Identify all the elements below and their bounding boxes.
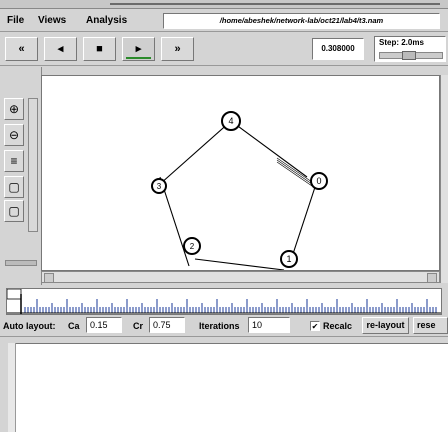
zoom-slider[interactable] xyxy=(28,98,38,232)
step-slider-thumb[interactable] xyxy=(402,51,416,60)
zoom-in-icon: ⊕ xyxy=(8,102,20,116)
link-2-1[interactable] xyxy=(194,258,285,271)
fast-forward-icon: » xyxy=(174,43,181,55)
menu-analysis[interactable]: Analysis xyxy=(86,15,127,26)
scroll-left-arrow[interactable] xyxy=(44,273,54,283)
zoom-out-icon: ⊖ xyxy=(8,128,20,142)
canvas-horizontal-scrollbar[interactable] xyxy=(41,271,440,283)
annotation-scrollbar[interactable] xyxy=(8,343,16,432)
ca-label: Ca xyxy=(68,321,80,331)
node-3[interactable]: 3 xyxy=(151,178,167,194)
network-canvas[interactable]: 4 0 3 2 1 xyxy=(41,75,440,271)
auto-layout-title: Auto layout: xyxy=(3,321,56,331)
relayout-button[interactable]: re-layout xyxy=(362,317,409,334)
time-display: 0.308000 xyxy=(312,38,364,60)
tool-1-icon: ▢ xyxy=(8,180,20,194)
step-control[interactable]: Step: 2.0ms xyxy=(374,36,446,62)
step-back-button[interactable]: ◂ xyxy=(44,37,77,61)
tool-button-1[interactable]: ▢ xyxy=(4,176,24,198)
node-3-label: 3 xyxy=(157,182,162,191)
step-label: Step: 2.0ms xyxy=(379,38,424,47)
node-4-label: 4 xyxy=(228,116,233,126)
fast-forward-button[interactable]: » xyxy=(161,37,194,61)
active-indicator xyxy=(126,57,151,59)
stop-button[interactable]: ■ xyxy=(83,37,116,61)
rewind-icon: « xyxy=(18,43,25,55)
timeline-marker[interactable] xyxy=(6,288,22,300)
node-0[interactable]: 0 xyxy=(310,172,328,190)
check-icon: ✔ xyxy=(311,322,319,331)
play-icon: ▸ xyxy=(135,43,142,55)
edit-icon: ≡ xyxy=(10,154,18,168)
scroll-right-arrow[interactable] xyxy=(427,273,437,283)
left-scrollbar[interactable] xyxy=(5,260,37,266)
menu-file[interactable]: File xyxy=(7,15,24,26)
annotation-pane[interactable] xyxy=(8,343,448,432)
packet-2 xyxy=(276,159,313,185)
node-2-label: 2 xyxy=(190,242,195,251)
zoom-out-button[interactable]: ⊖ xyxy=(4,124,24,146)
packet-3 xyxy=(276,161,313,187)
timeline-ticks xyxy=(6,288,441,314)
step-slider[interactable] xyxy=(379,51,443,60)
edit-button[interactable]: ≡ xyxy=(4,150,24,172)
node-2[interactable]: 2 xyxy=(183,237,201,255)
network-graph[interactable]: 4 0 3 2 1 xyxy=(42,76,439,271)
title-strip xyxy=(0,0,448,9)
packet-1 xyxy=(276,157,313,183)
menu-views[interactable]: Views xyxy=(38,15,66,26)
packets xyxy=(276,157,313,187)
stop-icon: ■ xyxy=(96,43,103,55)
iterations-label: Iterations xyxy=(199,321,240,331)
node-4[interactable]: 4 xyxy=(221,111,241,131)
link-4-3[interactable] xyxy=(159,120,232,185)
tool-button-2[interactable]: ▢ xyxy=(4,200,24,222)
cr-label: Cr xyxy=(133,321,144,331)
ca-input[interactable]: 0.15 xyxy=(86,317,122,333)
tool-2-icon: ▢ xyxy=(8,204,20,218)
reset-button[interactable]: rese xyxy=(413,317,448,334)
timeline[interactable] xyxy=(6,288,442,315)
rewind-button[interactable]: « xyxy=(5,37,38,61)
zoom-in-button[interactable]: ⊕ xyxy=(4,98,24,120)
node-1-label: 1 xyxy=(286,254,291,264)
node-0-label: 0 xyxy=(316,176,321,186)
canvas-vertical-scrollbar[interactable] xyxy=(440,75,448,283)
play-button[interactable]: ▸ xyxy=(122,37,155,61)
link-4-0[interactable] xyxy=(230,120,308,178)
file-path-field: /home/abeshek/network-lab/oct21/lab4/t3.… xyxy=(163,13,440,29)
recalc-checkbox[interactable]: ✔ xyxy=(310,321,320,331)
step-back-icon: ◂ xyxy=(57,43,64,55)
node-1[interactable]: 1 xyxy=(280,250,298,268)
recalc-label: Recalc xyxy=(323,321,353,331)
cr-input[interactable]: 0.75 xyxy=(149,317,185,333)
iterations-input[interactable]: 10 xyxy=(248,317,290,333)
